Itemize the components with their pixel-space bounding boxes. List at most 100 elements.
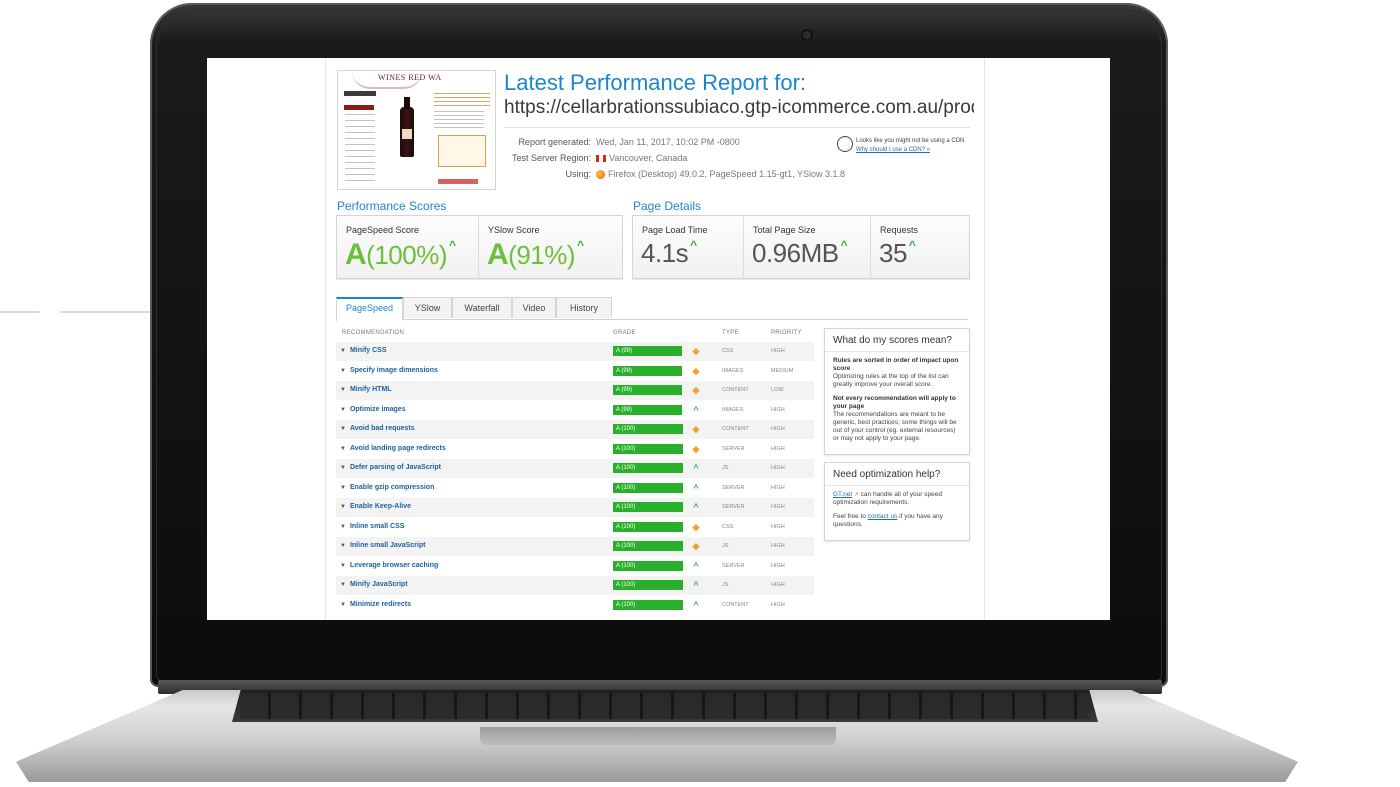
table-row[interactable]: ▼ Enable Keep-Alive A (100) ^ SERVER HIGH bbox=[336, 498, 814, 517]
expand-arrow-icon[interactable]: ▼ bbox=[340, 368, 346, 374]
tab-video[interactable]: Video bbox=[512, 297, 556, 318]
expand-arrow-icon[interactable]: ▼ bbox=[340, 524, 346, 530]
diamond-icon: ◆ bbox=[692, 443, 700, 454]
expand-arrow-icon[interactable]: ▼ bbox=[340, 563, 346, 569]
optimization-help-p2: Feel free to contact us if you have any … bbox=[833, 513, 961, 529]
table-row[interactable]: ▼ Inline small JavaScript A (100) ◆ JS HIGH bbox=[336, 537, 814, 556]
expand-arrow-icon[interactable]: ▼ bbox=[340, 465, 346, 471]
recommendation-name[interactable]: ▼ Specify image dimensions bbox=[340, 367, 438, 374]
recommendation-label: Leverage browser caching bbox=[349, 561, 439, 569]
scores-help-p2-text: The recommendations are meant to be gene… bbox=[833, 411, 957, 442]
recommendation-label: Optimize images bbox=[349, 405, 406, 413]
grade-bar: A (100) bbox=[613, 502, 683, 512]
table-row[interactable]: ▼ Specify image dimensions A (99) ◆ IMAGES ME… bbox=[336, 362, 814, 381]
optimization-help-body: GT.net ↗ can handle all of your speed op… bbox=[825, 486, 969, 540]
recommendation-priority: HIGH bbox=[771, 562, 785, 569]
recommendation-name[interactable]: ▼ Avoid landing page redirects bbox=[340, 445, 446, 452]
table-row[interactable]: ▼ Minify CSS A (99) ◆ CSS HIGH bbox=[336, 342, 814, 361]
gtnet-link[interactable]: GT.net bbox=[833, 491, 852, 498]
recommendation-name[interactable]: ▼ Avoid bad requests bbox=[340, 425, 415, 432]
thumbnail-product-desc bbox=[434, 111, 484, 131]
expand-arrow-icon[interactable]: ▼ bbox=[340, 348, 346, 354]
cdn-link[interactable]: Why should I use a CDN? » bbox=[856, 146, 964, 155]
up-arrow-icon: ^ bbox=[577, 238, 584, 252]
recommendation-name[interactable]: ▼ Minimize redirects bbox=[340, 601, 411, 608]
contact-us-link[interactable]: contact us bbox=[868, 513, 898, 520]
expand-arrow-icon[interactable]: ▼ bbox=[340, 602, 346, 608]
tab-yslow[interactable]: YSlow bbox=[403, 297, 452, 318]
table-row[interactable]: ▼ Avoid landing page redirects A (100) ◆ SER… bbox=[336, 440, 814, 459]
yslow-grade: A bbox=[487, 238, 509, 271]
recommendation-name[interactable]: ▼ Defer parsing of JavaScript bbox=[340, 464, 441, 471]
scores-help-p1: Rules are sorted in order of impact upon… bbox=[833, 357, 961, 389]
recommendation-priority: HIGH bbox=[771, 601, 785, 608]
tab-waterfall[interactable]: Waterfall bbox=[452, 297, 512, 318]
recommendation-name[interactable]: ▼ Enable Keep-Alive bbox=[340, 503, 411, 510]
recommendation-name[interactable]: ▼ Minify CSS bbox=[340, 347, 387, 354]
table-row[interactable]: ▼ Avoid bad requests A (100) ◆ CONTENT HIGH bbox=[336, 420, 814, 439]
recommendation-priority: HIGH bbox=[771, 445, 785, 452]
generated-label: Report generated: bbox=[518, 137, 591, 147]
page-gutter-left bbox=[207, 58, 325, 620]
expand-arrow-icon[interactable]: ▼ bbox=[340, 387, 346, 393]
stray-mark bbox=[0, 311, 40, 313]
requests-value-wrap: 35 ^ bbox=[879, 238, 916, 269]
table-row[interactable]: ▼ Inline small CSS A (100) ◆ CSS HIGH bbox=[336, 518, 814, 537]
recommendation-name[interactable]: ▼ Minify HTML bbox=[340, 386, 392, 393]
thumbnail-price bbox=[438, 179, 478, 184]
expand-arrow-icon[interactable]: ▼ bbox=[340, 582, 346, 588]
type-header: TYPE bbox=[722, 330, 739, 336]
table-row[interactable]: ▼ Minify JavaScript A (100) ^ JS HIGH bbox=[336, 576, 814, 595]
thumbnail-logo: WINES RED WA bbox=[378, 73, 442, 82]
expand-arrow-icon[interactable]: ▼ bbox=[340, 543, 346, 549]
expand-arrow-icon[interactable]: ▼ bbox=[340, 485, 346, 491]
recommendation-name[interactable]: ▼ Leverage browser caching bbox=[340, 562, 438, 569]
region-value-wrap: Vancouver, Canada bbox=[596, 153, 687, 163]
recommendation-name[interactable]: ▼ Inline small JavaScript bbox=[340, 542, 425, 549]
expand-arrow-icon[interactable]: ▼ bbox=[340, 446, 346, 452]
table-row[interactable]: ▼ Defer parsing of JavaScript A (100) ^ JS HI… bbox=[336, 459, 814, 478]
tab-history[interactable]: History bbox=[556, 297, 612, 318]
grade-bar-label: A (99) bbox=[616, 406, 633, 413]
tab-pagespeed[interactable]: PageSpeed bbox=[336, 297, 403, 321]
cdn-text: Looks like you might not be using a CDN bbox=[856, 138, 965, 144]
recommendation-name[interactable]: ▼ Optimize images bbox=[340, 406, 406, 413]
yslow-score-label: YSlow Score bbox=[488, 225, 540, 235]
diamond-icon: ◆ bbox=[692, 541, 700, 551]
recommendation-type: CONTENT bbox=[722, 601, 749, 608]
recommendation-name[interactable]: ▼ Inline small CSS bbox=[340, 523, 404, 530]
grade-bar-label: A (100) bbox=[616, 504, 636, 510]
report-tabs: PageSpeed YSlow Waterfall Video History bbox=[336, 297, 968, 321]
report-url[interactable]: https://cellarbrationssubiaco.gtp-icomme… bbox=[504, 97, 974, 119]
grade-bar: A (100) bbox=[613, 482, 683, 493]
pagespeed-score-label: PageSpeed Score bbox=[346, 225, 420, 235]
globe-icon bbox=[837, 136, 853, 152]
expand-arrow-icon[interactable]: ▼ bbox=[340, 504, 346, 510]
requests-value: 35 bbox=[879, 238, 907, 268]
recommendation-priority: HIGH bbox=[771, 426, 785, 432]
optimization-help-p1: GT.net ↗ can handle all of your speed op… bbox=[833, 491, 961, 507]
scores-help-p2-strong: Not every recommendation will apply to y… bbox=[833, 395, 956, 410]
recommendation-name[interactable]: ▼ Enable gzip compression bbox=[340, 484, 434, 491]
grade-bar-label: A (99) bbox=[616, 367, 633, 374]
recommendation-type: SERVER bbox=[722, 484, 745, 491]
diamond-icon: ◆ bbox=[692, 365, 700, 376]
table-row[interactable]: ▼ Optimize images A (99) ^ IMAGES HIGH bbox=[336, 401, 814, 420]
table-row[interactable]: ▼ Minify HTML A (99) ◆ CONTENT LOW bbox=[336, 381, 814, 400]
pagespeed-grade: A bbox=[345, 238, 367, 271]
recommendation-label: Avoid bad requests bbox=[349, 425, 415, 432]
grade-bar: A (100) bbox=[613, 541, 683, 551]
table-row[interactable]: ▼ Minimize redirects A (100) ^ CONTENT HIGH bbox=[336, 596, 814, 615]
table-row[interactable]: ▼ Leverage browser caching A (100) ^ SERVER H… bbox=[336, 557, 814, 576]
grade-bar-label: A (99) bbox=[616, 348, 633, 354]
expand-arrow-icon[interactable]: ▼ bbox=[340, 407, 346, 413]
diamond-icon: ◆ bbox=[692, 385, 700, 395]
expand-arrow-icon[interactable]: ▼ bbox=[340, 426, 346, 432]
recommendation-type: SERVER bbox=[722, 445, 745, 452]
site-thumbnail[interactable]: WINES RED WA bbox=[337, 70, 496, 190]
up-arrow-icon: ^ bbox=[840, 238, 848, 252]
yslow-score-cell: YSlow Score A(91%) ^ bbox=[478, 216, 623, 278]
recommendation-priority: HIGH bbox=[771, 348, 785, 354]
recommendation-name[interactable]: ▼ Minify JavaScript bbox=[340, 581, 408, 588]
table-row[interactable]: ▼ Enable gzip compression A (100) ^ SERVER HI… bbox=[336, 479, 814, 498]
